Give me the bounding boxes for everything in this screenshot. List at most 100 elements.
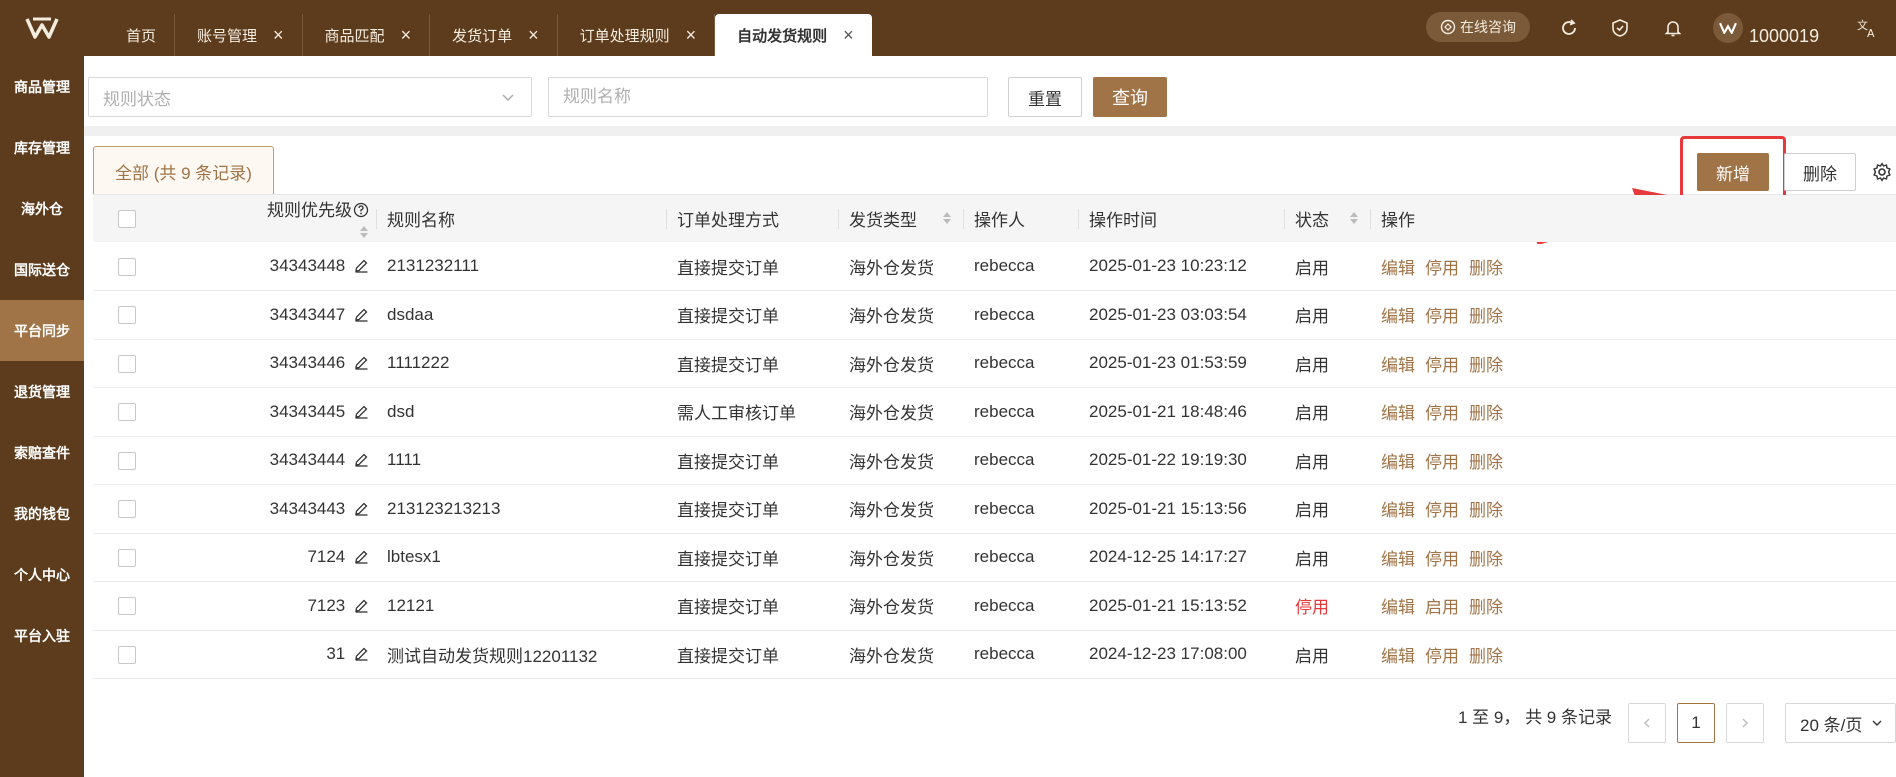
edit-link[interactable]: 编辑 — [1381, 307, 1415, 326]
tab-5[interactable]: 自动发货规则 × — [715, 14, 872, 56]
priority-value: 34343447 — [269, 304, 346, 324]
edit-pencil-icon[interactable] — [354, 501, 369, 516]
sidebar-item-4[interactable]: 平台同步 — [0, 300, 84, 361]
prev-page-button[interactable] — [1628, 703, 1666, 743]
row-checkbox[interactable] — [118, 451, 136, 470]
close-icon[interactable]: × — [686, 26, 697, 44]
header-type[interactable]: 发货类型 — [839, 195, 964, 242]
refresh-icon[interactable] — [1557, 16, 1581, 40]
rules-panel: 全部 (共 9 条记录) 新增 删除 规则优先级 规则名称 订单处理方式 发货类… — [84, 136, 1896, 777]
reset-button[interactable]: 重置 — [1008, 77, 1082, 117]
row-checkbox[interactable] — [118, 354, 136, 373]
delete-link[interactable]: 删除 — [1469, 501, 1503, 520]
delete-button[interactable]: 删除 — [1784, 153, 1856, 191]
edit-pencil-icon[interactable] — [354, 452, 369, 467]
tab-1[interactable]: 账号管理 × — [175, 14, 303, 56]
help-icon[interactable] — [353, 202, 369, 218]
delete-link[interactable]: 删除 — [1469, 404, 1503, 423]
tab-all-records[interactable]: 全部 (共 9 条记录) — [93, 146, 274, 195]
sidebar-item-5[interactable]: 退货管理 — [0, 361, 84, 422]
row-checkbox[interactable] — [118, 597, 136, 616]
delete-link[interactable]: 删除 — [1469, 550, 1503, 569]
edit-link[interactable]: 编辑 — [1381, 404, 1415, 423]
edit-link[interactable]: 编辑 — [1381, 356, 1415, 375]
rule-name-input[interactable] — [548, 77, 988, 117]
toggle-status-link[interactable]: 停用 — [1425, 356, 1459, 375]
edit-link[interactable]: 编辑 — [1381, 550, 1415, 569]
delete-link[interactable]: 删除 — [1469, 356, 1503, 375]
logo-icon[interactable] — [0, 0, 84, 56]
row-checkbox[interactable] — [118, 403, 136, 422]
tab-2[interactable]: 商品匹配 × — [303, 14, 431, 56]
sidebar-item-3[interactable]: 国际送仓 — [0, 239, 84, 300]
row-checkbox[interactable] — [118, 548, 136, 567]
edit-pencil-icon[interactable] — [354, 646, 369, 661]
edit-link[interactable]: 编辑 — [1381, 259, 1415, 278]
gear-icon[interactable] — [1872, 162, 1892, 182]
language-icon[interactable]: 文A — [1855, 16, 1879, 40]
rule-status-select[interactable]: 规则状态 — [88, 77, 532, 117]
tab-3[interactable]: 发货订单 × — [430, 14, 558, 56]
page-size-select[interactable]: 20 条/页 — [1785, 703, 1896, 743]
edit-link[interactable]: 编辑 — [1381, 453, 1415, 472]
delete-link[interactable]: 删除 — [1469, 453, 1503, 472]
edit-pencil-icon[interactable] — [354, 598, 369, 613]
edit-pencil-icon[interactable] — [354, 549, 369, 564]
header-priority[interactable]: 规则优先级 — [255, 195, 377, 242]
tab-4[interactable]: 订单处理规则 × — [558, 14, 716, 56]
delete-link[interactable]: 删除 — [1469, 647, 1503, 666]
edit-link[interactable]: 编辑 — [1381, 598, 1415, 617]
edit-pencil-icon[interactable] — [354, 355, 369, 370]
row-checkbox[interactable] — [118, 257, 136, 276]
tab-label: 发货订单 — [452, 27, 513, 45]
sidebar-item-8[interactable]: 个人中心 — [0, 544, 84, 605]
edit-pencil-icon[interactable] — [354, 307, 369, 322]
edit-link[interactable]: 编辑 — [1381, 501, 1415, 520]
bell-icon[interactable] — [1661, 16, 1685, 40]
sidebar-item-1[interactable]: 库存管理 — [0, 117, 84, 178]
priority-value: 31 — [326, 644, 346, 664]
toggle-status-link[interactable]: 停用 — [1425, 307, 1459, 326]
tab-label: 自动发货规则 — [737, 27, 828, 45]
sort-icon[interactable] — [942, 211, 952, 225]
toggle-status-link[interactable]: 停用 — [1425, 259, 1459, 278]
edit-link[interactable]: 编辑 — [1381, 647, 1415, 666]
row-checkbox[interactable] — [118, 645, 136, 664]
sidebar-item-9[interactable]: 平台入驻 — [0, 605, 84, 666]
select-all-checkbox[interactable] — [118, 210, 136, 229]
type-cell: 海外仓发货 — [839, 630, 964, 679]
online-consult-button[interactable]: 在线咨询 — [1426, 12, 1530, 42]
edit-pencil-icon[interactable] — [354, 404, 369, 419]
type-cell: 海外仓发货 — [839, 484, 964, 534]
toggle-status-link[interactable]: 停用 — [1425, 550, 1459, 569]
sidebar-item-6[interactable]: 索赔查件 — [0, 422, 84, 483]
toggle-status-link[interactable]: 停用 — [1425, 501, 1459, 520]
delete-link[interactable]: 删除 — [1469, 259, 1503, 278]
sidebar-item-2[interactable]: 海外仓 — [0, 178, 84, 239]
toggle-status-link[interactable]: 停用 — [1425, 453, 1459, 472]
tab-0[interactable]: 首页 — [104, 14, 176, 56]
sidebar-item-0[interactable]: 商品管理 — [0, 56, 84, 117]
user-id[interactable]: 1000019 — [1749, 26, 1819, 47]
toggle-status-link[interactable]: 停用 — [1425, 647, 1459, 666]
next-page-button[interactable] — [1726, 703, 1764, 743]
badge-icon[interactable] — [1608, 16, 1632, 40]
query-button[interactable]: 查询 — [1093, 77, 1167, 117]
sort-icon[interactable] — [359, 225, 369, 239]
row-checkbox[interactable] — [118, 306, 136, 325]
close-icon[interactable]: × — [528, 26, 539, 44]
close-icon[interactable]: × — [843, 26, 854, 44]
sort-icon[interactable] — [1349, 211, 1359, 225]
sidebar-item-7[interactable]: 我的钱包 — [0, 483, 84, 544]
row-checkbox[interactable] — [118, 500, 136, 519]
avatar[interactable] — [1713, 13, 1743, 43]
close-icon[interactable]: × — [273, 26, 284, 44]
toggle-status-link[interactable]: 启用 — [1425, 598, 1459, 617]
toggle-status-link[interactable]: 停用 — [1425, 404, 1459, 423]
close-icon[interactable]: × — [401, 26, 412, 44]
header-status[interactable]: 状态 — [1285, 195, 1371, 242]
page-number-button[interactable]: 1 — [1677, 703, 1715, 743]
delete-link[interactable]: 删除 — [1469, 598, 1503, 617]
edit-pencil-icon[interactable] — [354, 258, 369, 273]
delete-link[interactable]: 删除 — [1469, 307, 1503, 326]
